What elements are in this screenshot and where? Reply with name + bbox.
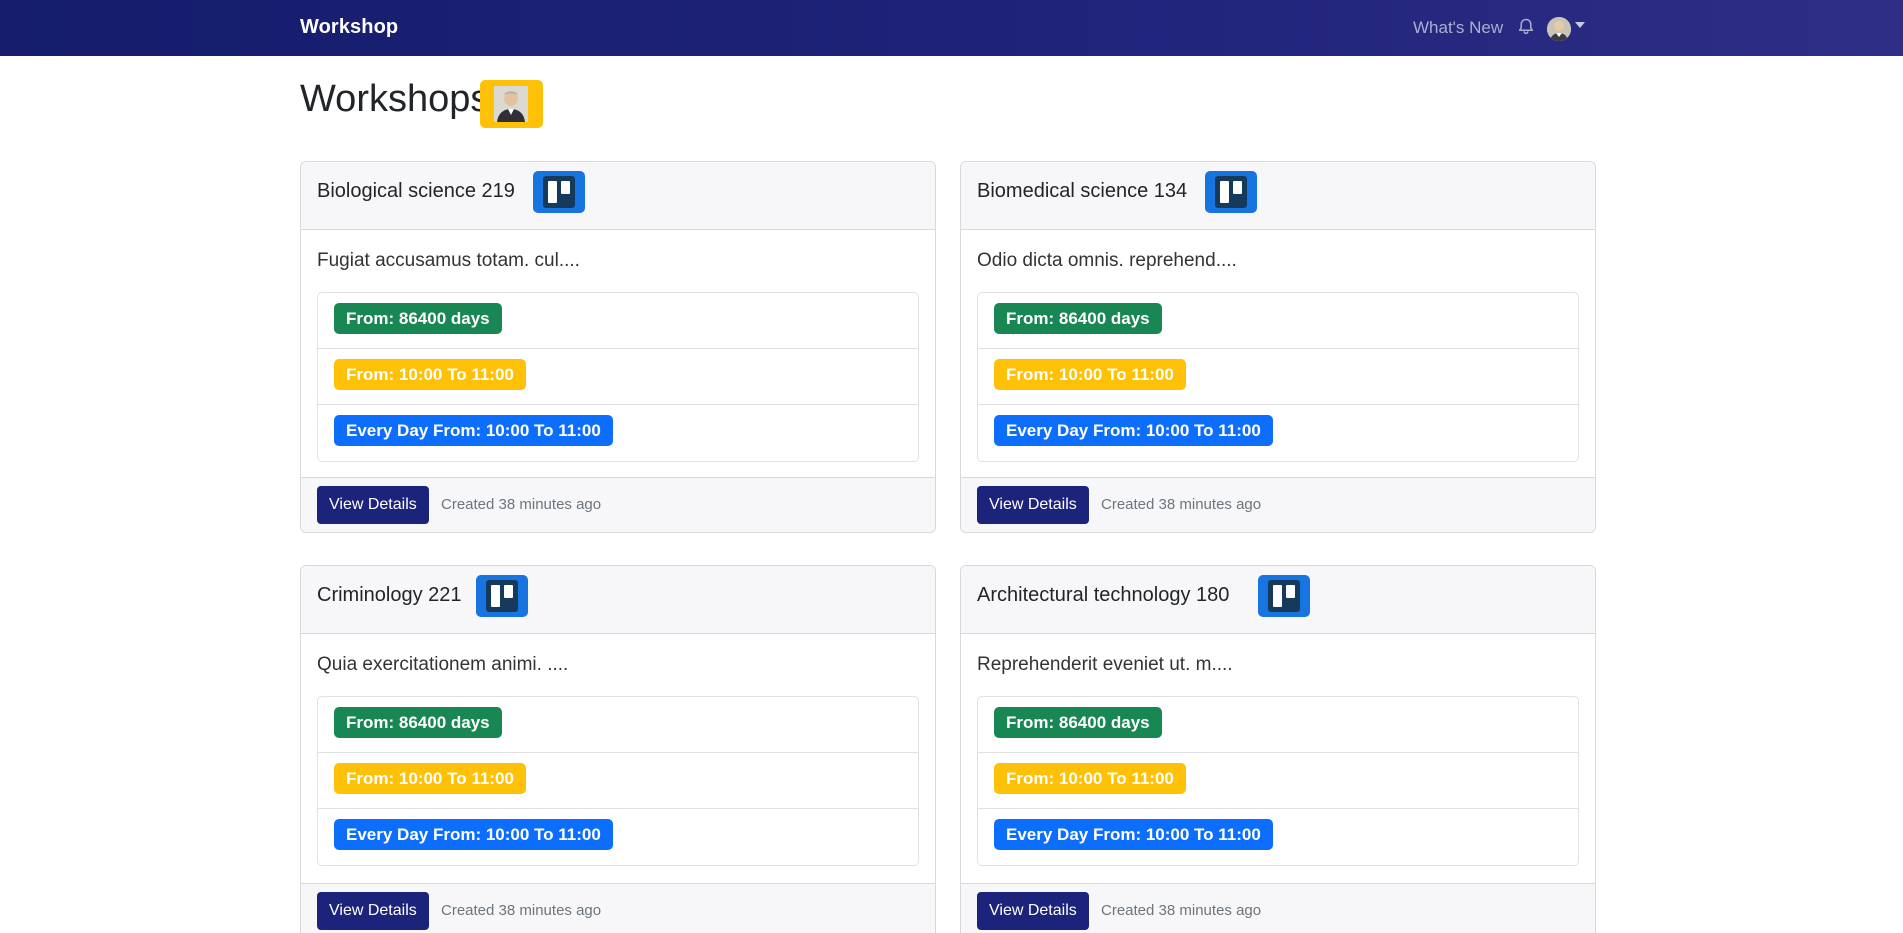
list-item: Every Day From: 10:00 To 11:00 (978, 809, 1578, 865)
workshop-title: Biological science 219 (317, 180, 515, 202)
list-item: Every Day From: 10:00 To 11:00 (978, 405, 1578, 461)
workshop-title: Biomedical science 134 (977, 180, 1188, 202)
duration-badge: From: 86400 days (994, 303, 1162, 334)
list-item: Every Day From: 10:00 To 11:00 (318, 809, 918, 865)
workshop-title: Criminology 221 (317, 584, 462, 606)
schedule-list: From: 86400 days From: 10:00 To 11:00 Ev… (317, 292, 919, 462)
navbar: Workshop What's New (0, 0, 1903, 56)
list-item: From: 86400 days (318, 293, 918, 349)
list-item: From: 10:00 To 11:00 (318, 753, 918, 809)
trello-icon[interactable] (476, 575, 528, 617)
duration-badge: From: 86400 days (334, 707, 502, 738)
card-header: Criminology 221 (301, 566, 935, 634)
caret-down-icon[interactable] (1575, 22, 1585, 28)
list-item: From: 86400 days (978, 293, 1578, 349)
schedule-list: From: 86400 days From: 10:00 To 11:00 Ev… (977, 696, 1579, 866)
created-timestamp: Created 38 minutes ago (1101, 496, 1262, 513)
workshop-description: Reprehenderit eveniet ut. m.... (977, 654, 1233, 675)
card-footer: View Details Created 38 minutes ago (301, 477, 935, 532)
card-header: Architectural technology 180 (961, 566, 1595, 634)
time-range-badge: From: 10:00 To 11:00 (334, 359, 526, 390)
list-item: Every Day From: 10:00 To 11:00 (318, 405, 918, 461)
created-timestamp: Created 38 minutes ago (1101, 902, 1262, 919)
workshop-card: Criminology 221 Quia exercitationem anim… (300, 565, 936, 933)
card-header: Biomedical science 134 (961, 162, 1595, 230)
list-item: From: 10:00 To 11:00 (318, 349, 918, 405)
workshop-card: Architectural technology 180 Reprehender… (960, 565, 1596, 933)
schedule-list: From: 86400 days From: 10:00 To 11:00 Ev… (317, 696, 919, 866)
recurrence-badge: Every Day From: 10:00 To 11:00 (994, 415, 1273, 446)
list-item: From: 10:00 To 11:00 (978, 753, 1578, 809)
view-details-button[interactable]: View Details (317, 486, 429, 524)
workshop-description: Fugiat accusamus totam. cul.... (317, 250, 580, 271)
card-footer: View Details Created 38 minutes ago (301, 883, 935, 933)
user-avatar[interactable] (1547, 17, 1571, 41)
view-details-button[interactable]: View Details (977, 892, 1089, 930)
time-range-badge: From: 10:00 To 11:00 (334, 763, 526, 794)
workshop-card: Biomedical science 134 Odio dicta omnis.… (960, 161, 1596, 533)
list-item: From: 10:00 To 11:00 (978, 349, 1578, 405)
workshop-description: Quia exercitationem animi. .... (317, 654, 569, 675)
recurrence-badge: Every Day From: 10:00 To 11:00 (334, 819, 613, 850)
list-item: From: 86400 days (978, 697, 1578, 753)
created-timestamp: Created 38 minutes ago (441, 496, 602, 513)
view-details-button[interactable]: View Details (977, 486, 1089, 524)
recurrence-badge: Every Day From: 10:00 To 11:00 (334, 415, 613, 446)
brand-logo-text[interactable]: Workshop (300, 16, 398, 39)
title-avatar-badge (480, 80, 543, 128)
card-footer: View Details Created 38 minutes ago (961, 883, 1595, 933)
profile-photo-icon (494, 86, 528, 122)
workshop-description: Odio dicta omnis. reprehend.... (977, 250, 1237, 271)
recurrence-badge: Every Day From: 10:00 To 11:00 (994, 819, 1273, 850)
created-timestamp: Created 38 minutes ago (441, 902, 602, 919)
schedule-list: From: 86400 days From: 10:00 To 11:00 Ev… (977, 292, 1579, 462)
trello-icon[interactable] (1205, 171, 1257, 213)
card-footer: View Details Created 38 minutes ago (961, 477, 1595, 532)
time-range-badge: From: 10:00 To 11:00 (994, 359, 1186, 390)
duration-badge: From: 86400 days (334, 303, 502, 334)
list-item: From: 86400 days (318, 697, 918, 753)
view-details-button[interactable]: View Details (317, 892, 429, 930)
duration-badge: From: 86400 days (994, 707, 1162, 738)
trello-icon[interactable] (533, 171, 585, 213)
card-header: Biological science 219 (301, 162, 935, 230)
bell-icon[interactable] (1516, 17, 1536, 37)
trello-icon[interactable] (1258, 575, 1310, 617)
time-range-badge: From: 10:00 To 11:00 (994, 763, 1186, 794)
workshop-card: Biological science 219 Fugiat accusamus … (300, 161, 936, 533)
workshop-title: Architectural technology 180 (977, 584, 1230, 606)
whats-new-link[interactable]: What's New (1413, 18, 1503, 38)
page-title: Workshops (300, 78, 490, 120)
